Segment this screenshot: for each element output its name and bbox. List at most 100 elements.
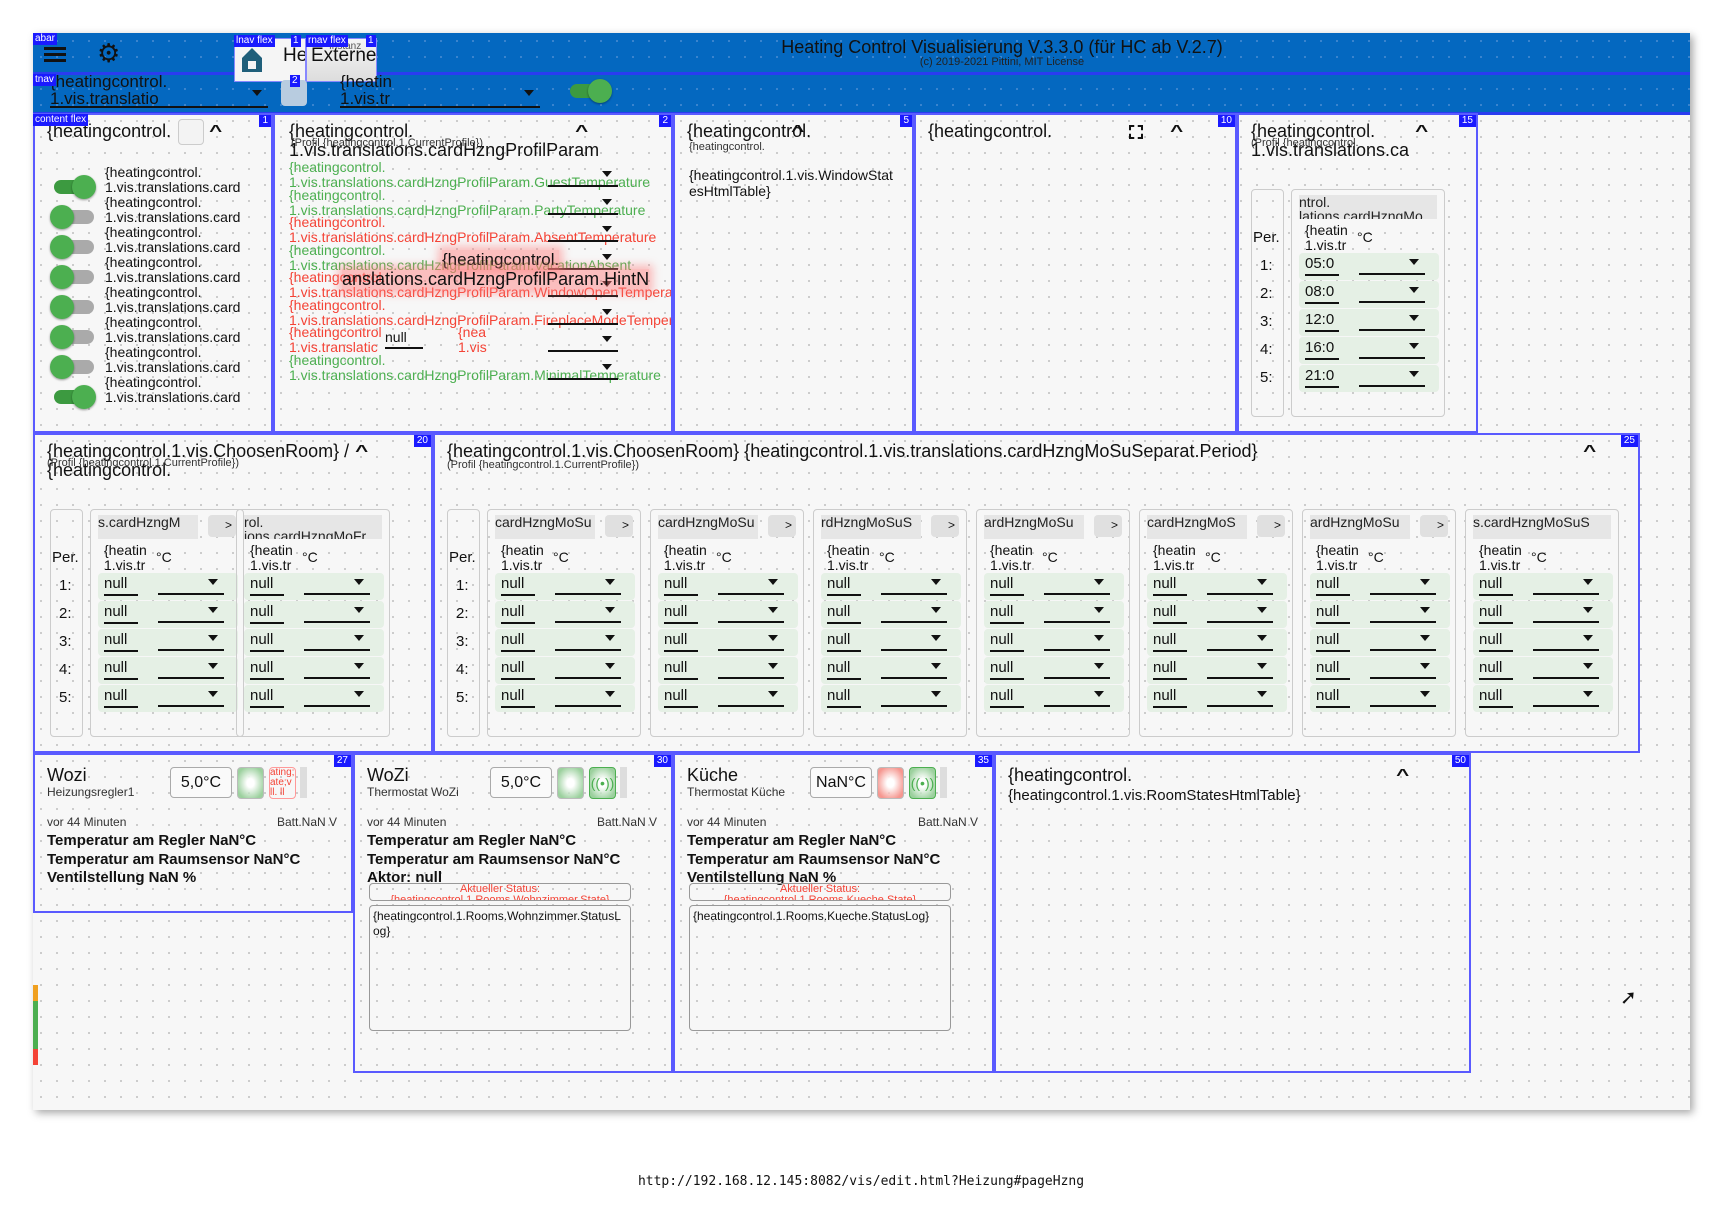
next-day-button[interactable]: > (605, 515, 633, 537)
dropdown-select[interactable] (1207, 603, 1273, 623)
dropdown-select[interactable] (158, 687, 224, 707)
param-input[interactable]: null (385, 329, 423, 349)
time-input[interactable]: null (104, 603, 138, 624)
time-input[interactable]: null (250, 575, 284, 596)
time-input[interactable]: null (664, 659, 698, 680)
window-state-button[interactable] (237, 767, 264, 799)
time-input[interactable]: null (1479, 575, 1513, 596)
time-input[interactable]: null (990, 687, 1024, 708)
room-toggle[interactable] (50, 385, 96, 409)
dropdown-select[interactable] (1044, 575, 1110, 595)
room-toggle[interactable] (50, 325, 96, 349)
time-input[interactable]: null (664, 687, 698, 708)
hamburger-icon[interactable] (44, 45, 66, 63)
dropdown-select[interactable] (718, 687, 784, 707)
time-input[interactable]: null (104, 687, 138, 708)
wifi-icon[interactable]: ((•)) (589, 767, 616, 799)
time-input[interactable]: null (1479, 631, 1513, 652)
time-input[interactable]: 08:0 (1305, 283, 1339, 304)
room-toggle[interactable] (50, 265, 96, 289)
window-state-button[interactable] (557, 767, 584, 799)
dropdown-select[interactable] (1370, 687, 1436, 707)
time-input[interactable]: null (1479, 687, 1513, 708)
dropdown-select[interactable] (1533, 631, 1599, 651)
profile-select[interactable]: {heatin 1.vis.tr (340, 74, 540, 108)
dropdown-select[interactable] (158, 659, 224, 679)
dropdown-select[interactable] (1359, 283, 1425, 303)
time-input[interactable]: 12:0 (1305, 311, 1339, 332)
nav-toggle[interactable] (566, 79, 612, 103)
status-log[interactable]: {heatingcontrol.1.Rooms.Wohnzimmer.Statu… (369, 905, 631, 1031)
dropdown-select[interactable] (1370, 659, 1436, 679)
time-input[interactable]: null (990, 659, 1024, 680)
time-input[interactable]: null (990, 631, 1024, 652)
room-toggle[interactable] (50, 175, 96, 199)
dropdown-select[interactable] (1044, 659, 1110, 679)
room-toggle[interactable] (50, 355, 96, 379)
time-input[interactable]: null (1316, 687, 1350, 708)
dropdown-select[interactable] (304, 603, 370, 623)
time-input[interactable]: null (501, 659, 535, 680)
time-input[interactable]: null (664, 631, 698, 652)
dropdown-select[interactable] (548, 195, 618, 215)
fullscreen-icon[interactable] (1129, 125, 1143, 139)
time-input[interactable]: null (1153, 687, 1187, 708)
dropdown-select[interactable] (1533, 687, 1599, 707)
room-select[interactable]: {heatingcontrol. 1.vis.translatio (50, 74, 268, 108)
dropdown-select[interactable] (718, 575, 784, 595)
dropdown-select[interactable] (158, 575, 224, 595)
time-input[interactable]: null (104, 575, 138, 596)
dropdown-select[interactable] (718, 659, 784, 679)
dropdown-select[interactable] (1370, 575, 1436, 595)
dropdown-select[interactable] (1207, 575, 1273, 595)
chevron-up-icon[interactable]: ^ (355, 443, 368, 461)
time-input[interactable]: null (501, 603, 535, 624)
next-day-button[interactable]: > (1094, 515, 1122, 537)
dropdown-select[interactable] (548, 222, 618, 242)
dropdown-select[interactable] (1044, 603, 1110, 623)
setpoint-box[interactable]: 5,0°C (490, 767, 552, 798)
wifi-icon[interactable]: ((•)) (909, 767, 936, 799)
dropdown-select[interactable] (1207, 687, 1273, 707)
dropdown-select[interactable] (548, 305, 618, 325)
time-input[interactable]: 16:0 (1305, 339, 1339, 360)
time-input[interactable]: null (1153, 631, 1187, 652)
time-input[interactable]: null (1153, 575, 1187, 596)
scrollbar[interactable] (300, 767, 307, 798)
time-input[interactable]: null (827, 659, 861, 680)
dropdown-select[interactable] (158, 631, 224, 651)
time-input[interactable]: null (250, 603, 284, 624)
room-toggle[interactable] (50, 205, 96, 229)
status-log[interactable]: {heatingcontrol.1.Rooms.Kueche.StatusLog… (689, 905, 951, 1031)
time-input[interactable]: null (990, 575, 1024, 596)
gear-icon[interactable]: ⚙ (97, 38, 120, 69)
dropdown-select[interactable] (1359, 367, 1425, 387)
time-input[interactable]: null (1153, 659, 1187, 680)
time-input[interactable]: null (104, 659, 138, 680)
dropdown-select[interactable] (304, 659, 370, 679)
chevron-up-icon[interactable]: ^ (1396, 767, 1409, 785)
next-day-button[interactable]: > (1420, 515, 1448, 537)
dropdown-select[interactable] (1370, 631, 1436, 651)
time-input[interactable]: null (664, 603, 698, 624)
scrollbar[interactable] (620, 767, 627, 798)
dropdown-select[interactable] (548, 167, 618, 187)
setpoint-box[interactable]: 5,0°C (170, 767, 232, 798)
time-input[interactable]: null (1479, 603, 1513, 624)
time-input[interactable]: null (501, 631, 535, 652)
dropdown-select[interactable] (881, 603, 947, 623)
time-input[interactable]: null (1316, 575, 1350, 596)
time-input[interactable]: null (990, 603, 1024, 624)
dropdown-select[interactable] (1044, 687, 1110, 707)
time-input[interactable]: null (250, 659, 284, 680)
setpoint-box[interactable]: NaN°C (810, 767, 872, 798)
chevron-up-icon[interactable]: ^ (1583, 443, 1596, 461)
scrollbar[interactable] (940, 767, 947, 798)
dropdown-select[interactable] (881, 687, 947, 707)
dropdown-select[interactable] (304, 631, 370, 651)
chevron-up-icon[interactable]: ^ (209, 123, 222, 141)
time-input[interactable]: null (501, 687, 535, 708)
dropdown-select[interactable] (881, 575, 947, 595)
time-input[interactable]: null (827, 603, 861, 624)
title-checkbox[interactable] (178, 119, 204, 145)
